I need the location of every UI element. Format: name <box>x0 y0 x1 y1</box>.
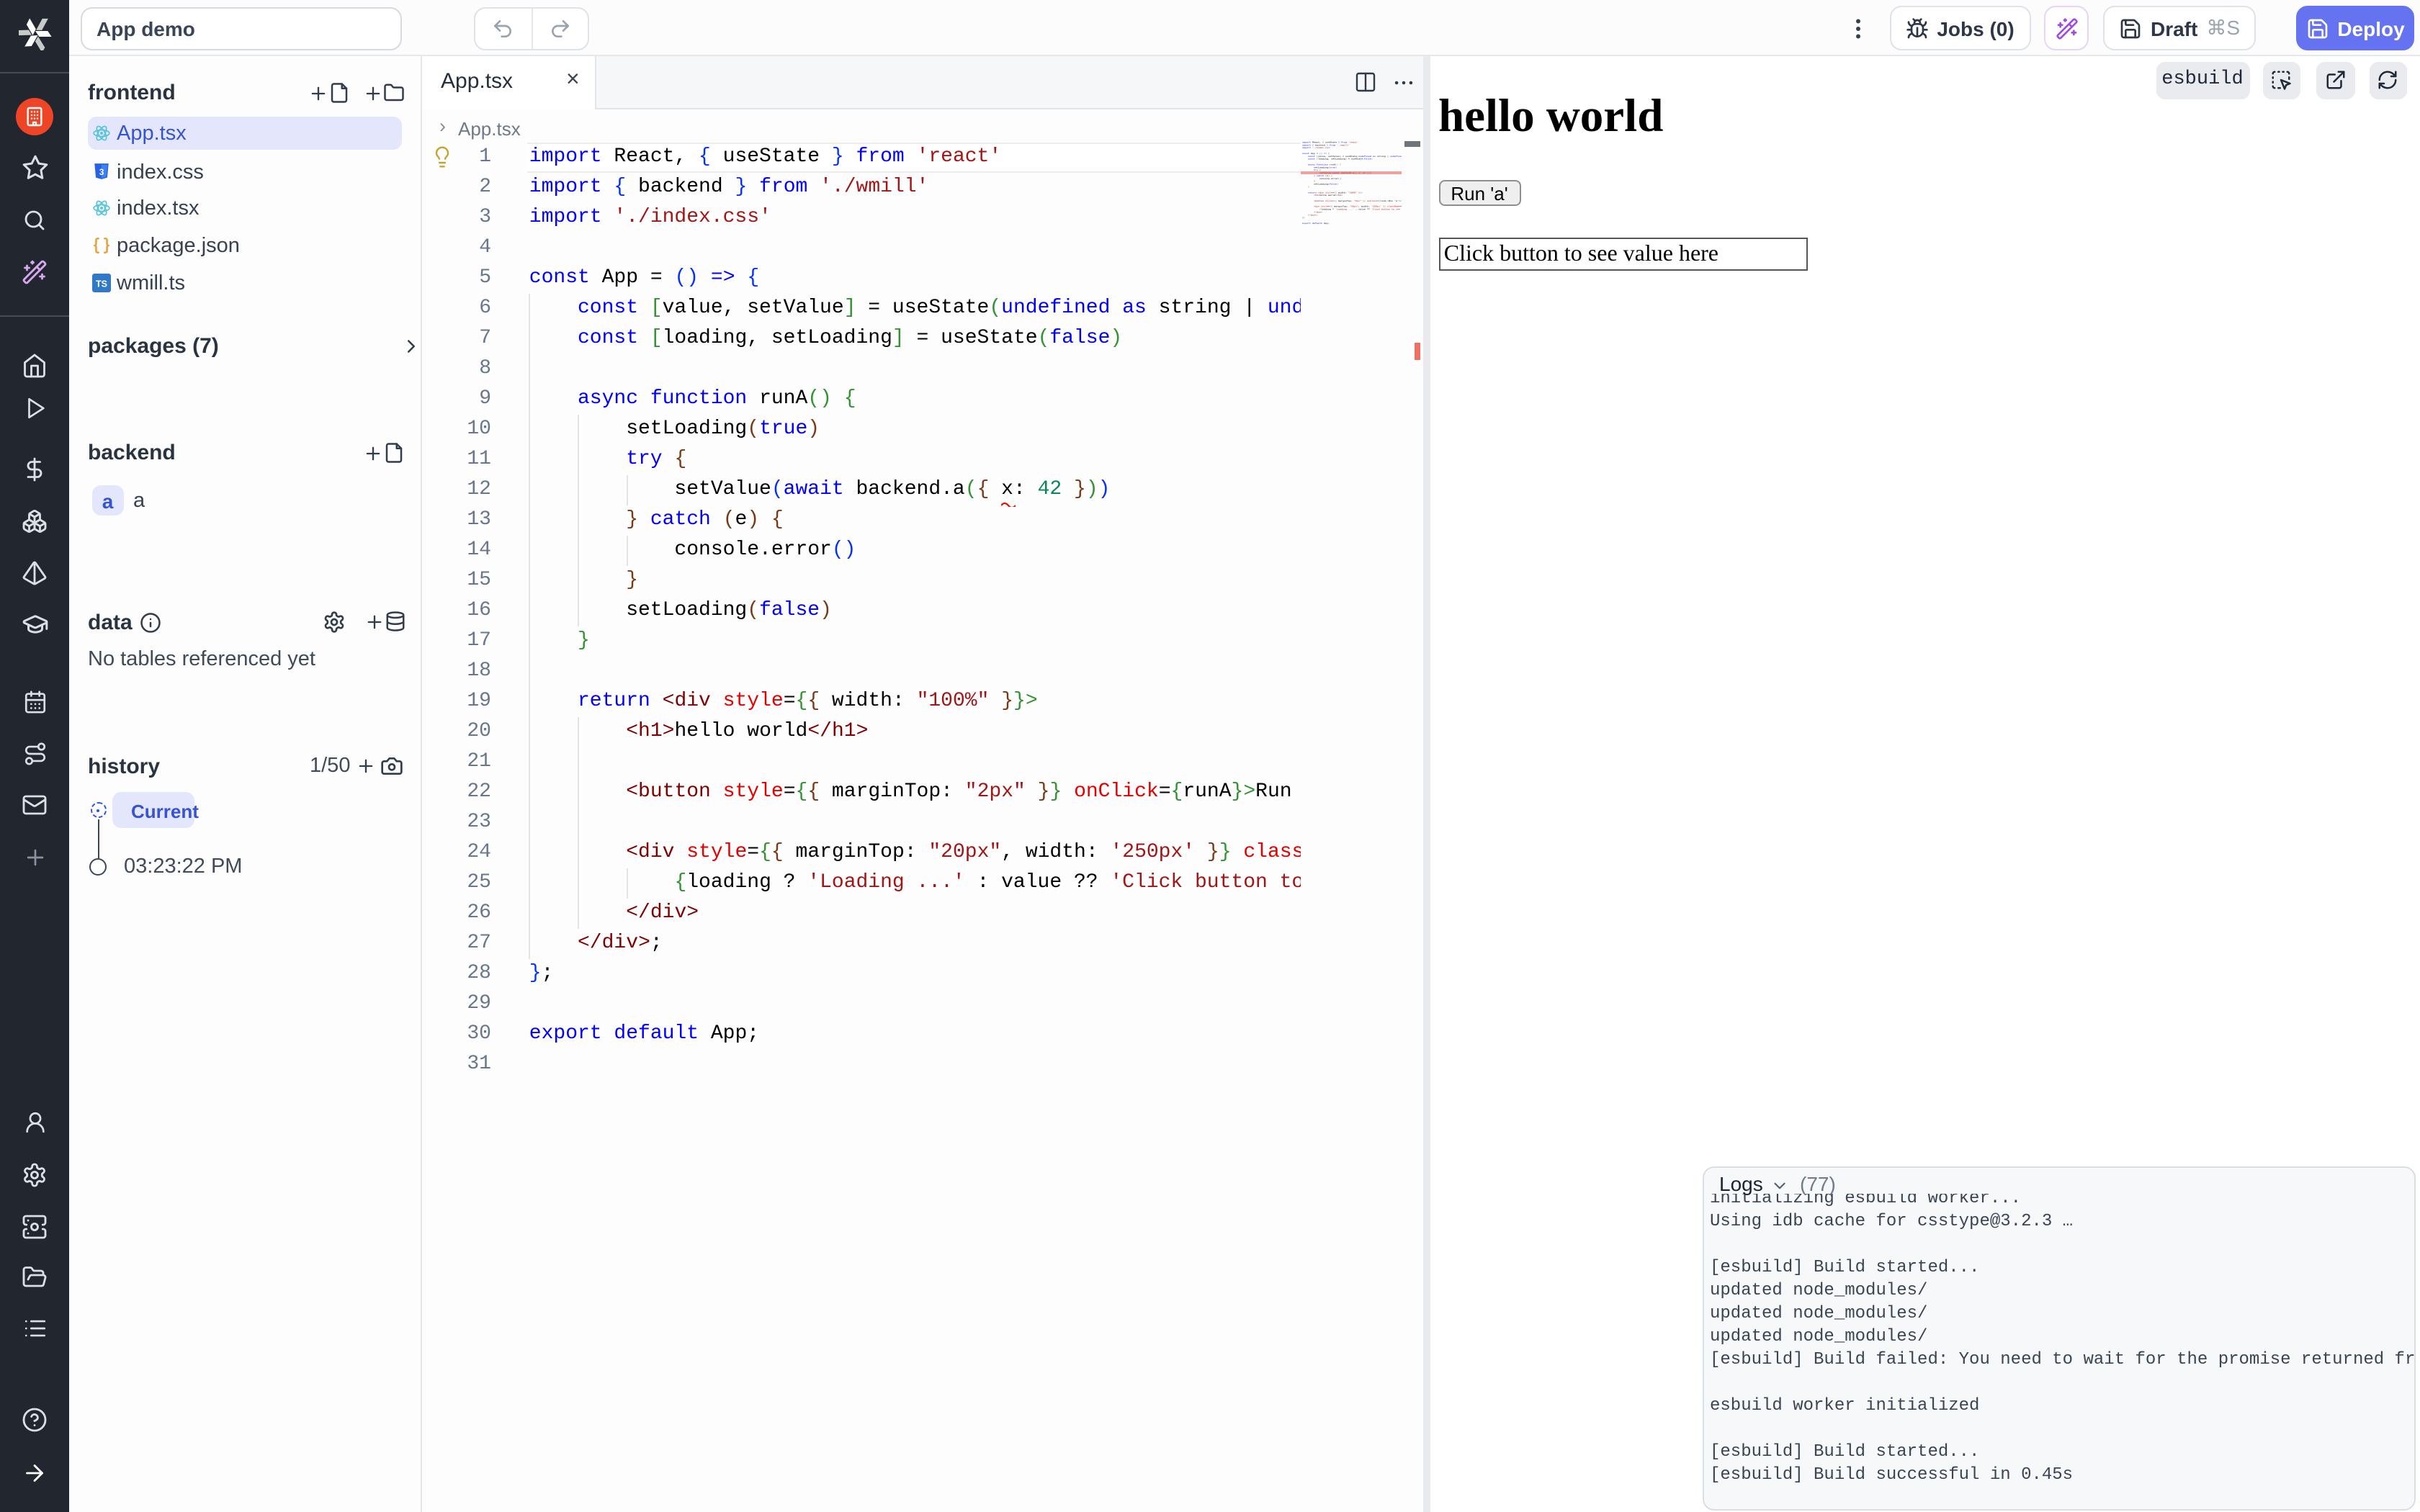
svg-text:3: 3 <box>99 167 104 177</box>
svg-text:TS: TS <box>96 279 107 289</box>
